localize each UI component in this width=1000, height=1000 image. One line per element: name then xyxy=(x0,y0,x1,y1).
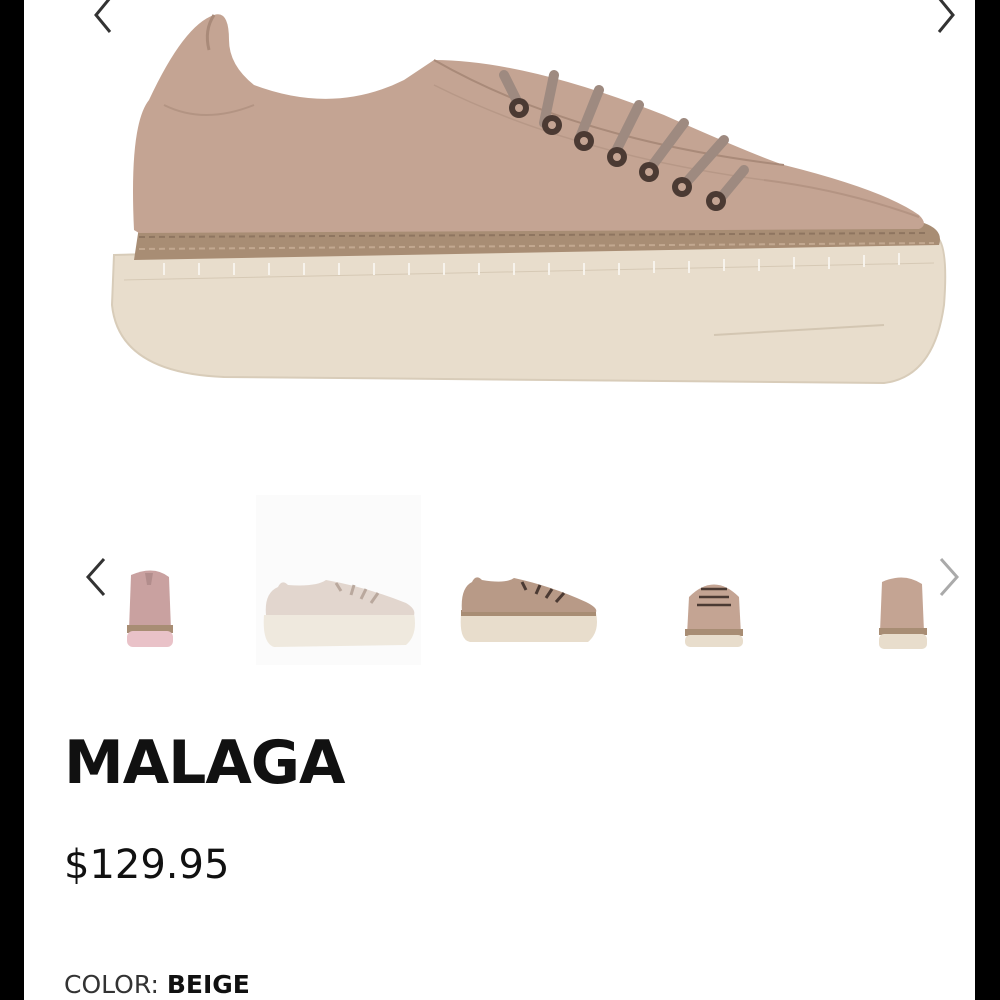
thumbnail-prev-button[interactable] xyxy=(80,555,110,599)
thumbnail-1[interactable] xyxy=(109,565,189,650)
product-title: MALAGA xyxy=(64,728,345,798)
color-selector-label: COLOR: BEIGE xyxy=(64,970,250,999)
thumbnail-carousel xyxy=(24,495,975,665)
thumbnail-next-button[interactable] xyxy=(935,555,965,599)
product-price: $129.95 xyxy=(64,842,230,888)
thumbnail-4[interactable] xyxy=(679,567,749,652)
color-value: BEIGE xyxy=(166,970,250,999)
chevron-left-icon xyxy=(85,558,106,596)
thumbnail-2[interactable] xyxy=(256,495,421,665)
shoe-back-thumbnail xyxy=(879,577,927,649)
chevron-right-icon xyxy=(939,558,960,596)
shoe-back-thumbnail xyxy=(127,570,173,647)
shoe-side-thumbnail xyxy=(460,577,597,642)
thumbnail-5[interactable] xyxy=(874,570,934,655)
color-label: COLOR: xyxy=(64,970,159,999)
shoe-front-thumbnail xyxy=(685,584,743,647)
product-page: MALAGA $129.95 COLOR: BEIGE xyxy=(24,0,975,1000)
thumbnail-3[interactable] xyxy=(456,570,601,650)
shoe-side-thumbnail xyxy=(263,580,415,647)
product-main-image[interactable] xyxy=(104,5,954,405)
